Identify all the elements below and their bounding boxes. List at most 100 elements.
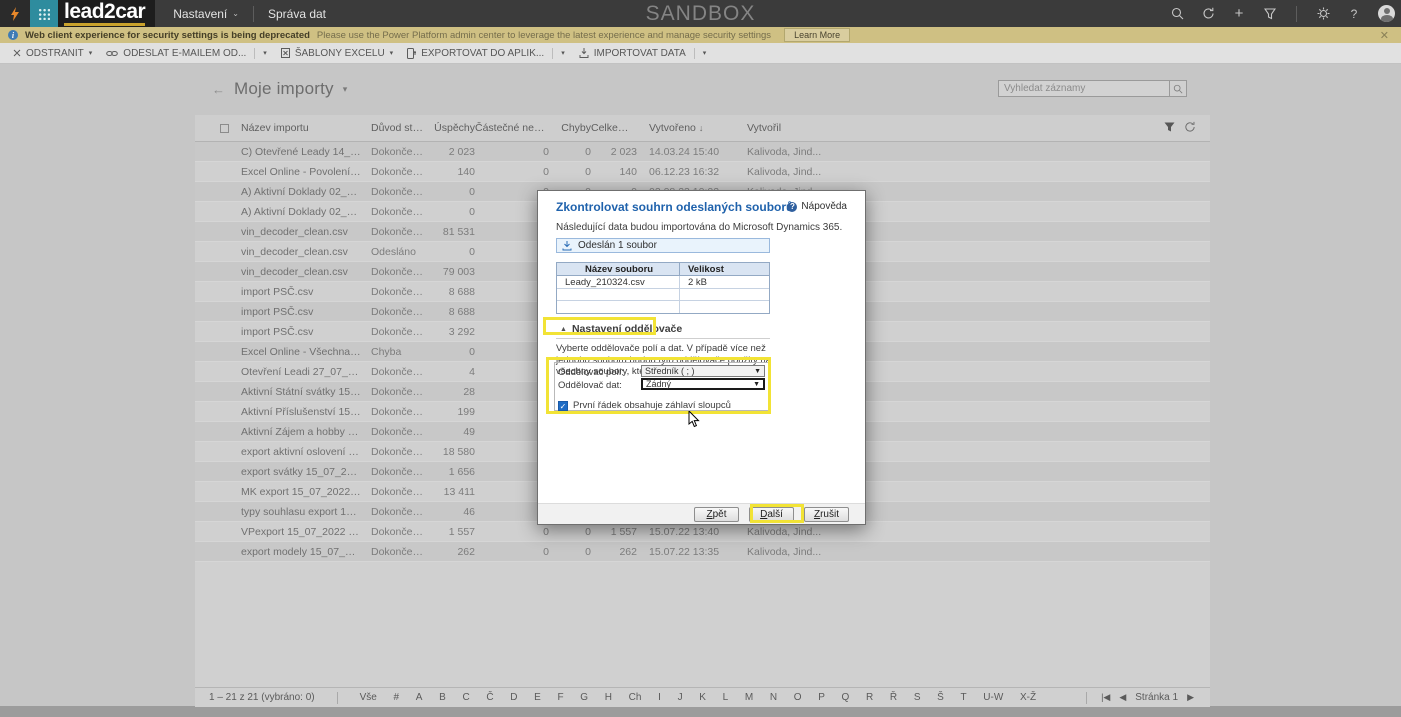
column-header[interactable]: Název importu [229, 122, 361, 134]
export-split-button[interactable]: ▾ [554, 43, 572, 64]
filter-icon[interactable] [1263, 7, 1277, 21]
help-icon[interactable]: ? [1347, 7, 1361, 21]
top-navbar: lead2car Nastavení ⌄ Správa dat SANDBOX … [0, 0, 1401, 27]
back-button[interactable]: Zpět [694, 507, 739, 522]
next-button[interactable]: Další [749, 507, 794, 522]
column-header[interactable]: Částečné neúsp [475, 122, 549, 134]
alphabet-letter[interactable]: O [794, 692, 802, 703]
alphabet-letter[interactable]: K [699, 692, 706, 703]
cell: 8 688 [423, 286, 475, 298]
lightning-icon[interactable] [0, 0, 30, 27]
alphabet-letter[interactable]: # [394, 692, 400, 703]
cell: 0 [423, 186, 475, 198]
dialog-footer: Zpět Další Zrušit [538, 503, 865, 524]
alphabet-letter[interactable]: P [818, 692, 825, 703]
search-submit-icon[interactable] [1170, 80, 1187, 97]
cell: vin_decoder_clean.csv [229, 266, 361, 278]
alphabet-letter[interactable]: N [770, 692, 777, 703]
view-selector[interactable]: ← Moje importy ▾ [212, 79, 347, 99]
column-header[interactable]: Důvod stavu [361, 122, 423, 134]
alphabet-letter[interactable]: Š [937, 692, 944, 703]
cell: Dokončeno [361, 486, 423, 498]
cell: 81 531 [423, 226, 475, 238]
back-arrow-icon[interactable]: ← [212, 82, 225, 97]
alphabet-letter[interactable]: U-W [983, 692, 1003, 703]
alphabet-letter[interactable]: L [723, 692, 729, 703]
alphabet-letter[interactable]: G [580, 692, 588, 703]
help-link[interactable]: ? Nápověda [787, 201, 847, 212]
delimiter-section-toggle[interactable]: ▲ Nastavení oddělovače [560, 323, 682, 335]
table-row[interactable]: export modely 15_07_2022 13-05-28.csvDok… [195, 542, 1210, 562]
nav-menu-settings[interactable]: Nastavení ⌄ [173, 7, 239, 21]
cell: 2 023 [591, 146, 637, 158]
table-row[interactable]: VPexport 15_07_2022 13-05-47.csvDokončen… [195, 522, 1210, 542]
import-review-dialog: Zkontrolovat souhrn odeslaných souborů ?… [537, 190, 866, 525]
history-icon[interactable] [1201, 7, 1215, 21]
email-link-split-button[interactable]: ▾ [256, 43, 274, 64]
export-to-app-button[interactable]: EXPORTOVAT DO APLIK... [400, 43, 551, 64]
cell: export svátky 15_07_2022 13-04-50.csv [229, 466, 361, 478]
grid-refresh-icon[interactable] [1184, 121, 1196, 136]
cell: Dokončeno [361, 546, 423, 558]
search-input[interactable] [998, 80, 1170, 97]
cell: Aktivní Zájem a hobby 15_07_2022 13-13-5… [229, 426, 361, 438]
alphabet-letter[interactable]: R [866, 692, 873, 703]
brand-text: lead2car [64, 2, 145, 26]
prev-page-icon[interactable]: ◀ [1119, 692, 1126, 703]
search-icon[interactable] [1170, 7, 1184, 21]
cell: 49 [423, 426, 475, 438]
next-page-icon[interactable]: ▶ [1187, 692, 1194, 703]
column-header[interactable]: Chyby [549, 122, 591, 134]
column-header[interactable]: Celkem zp [591, 122, 637, 134]
column-header-sorted[interactable]: Vytvořeno↓ [637, 122, 735, 134]
alphabet-letter[interactable]: B [439, 692, 446, 703]
collapse-triangle-icon: ▲ [560, 326, 567, 333]
alphabet-letter[interactable]: Č [486, 692, 493, 703]
alphabet-letter[interactable]: Q [842, 692, 850, 703]
import-split-button[interactable]: ▾ [696, 43, 714, 64]
first-page-icon[interactable]: |◀ [1101, 692, 1110, 703]
alphabet-letter[interactable]: J [678, 692, 683, 703]
excel-templates-button[interactable]: ŠABLONY EXCELU ▾ [274, 43, 400, 64]
cancel-button[interactable]: Zrušit [804, 507, 849, 522]
alphabet-letter[interactable]: X-Ž [1020, 692, 1036, 703]
import-data-button[interactable]: IMPORTOVAT DATA [572, 43, 693, 64]
add-icon[interactable]: + [1232, 7, 1246, 21]
cell: Excel Online - Všechna pracoviště 12/7/2… [229, 346, 361, 358]
app-launcher-button[interactable] [30, 0, 58, 27]
table-row[interactable]: C) Otevřené Leady 14_03_24 15-40-03.xlsx… [195, 142, 1210, 162]
cell: Kalivoda, Jind... [735, 146, 1210, 158]
alphabet-letter[interactable]: C [462, 692, 469, 703]
mouse-cursor [688, 411, 700, 428]
alphabet-letter[interactable]: Ch [629, 692, 642, 703]
settings-gear-icon[interactable] [1316, 7, 1330, 21]
alphabet-letter[interactable]: M [745, 692, 753, 703]
table-row[interactable]: Excel Online - Povolení uživatelé 12/6/2… [195, 162, 1210, 182]
banner-close-icon[interactable]: ✕ [1380, 29, 1393, 42]
brand-logo[interactable]: lead2car [58, 0, 155, 27]
alphabet-letter[interactable]: Ř [890, 692, 897, 703]
column-header[interactable]: Úspěchy [423, 122, 475, 134]
alphabet-letter[interactable]: Vše [360, 692, 377, 703]
alphabet-letter[interactable]: T [961, 692, 967, 703]
learn-more-button[interactable]: Learn More [784, 28, 850, 42]
alphabet-letter[interactable]: A [416, 692, 423, 703]
alphabet-letter[interactable]: H [605, 692, 612, 703]
alphabet-letter[interactable]: D [510, 692, 517, 703]
header-row-checkbox[interactable]: ✓ [558, 401, 568, 411]
column-header[interactable]: Vytvořil [735, 122, 1210, 134]
alphabet-letter[interactable]: F [558, 692, 564, 703]
field-delimiter-select[interactable]: Středník ( ; ) ▼ [641, 365, 765, 377]
select-all-checkbox[interactable] [195, 124, 229, 133]
delete-button[interactable]: ODSTRANIT ▾ [6, 43, 99, 64]
alphabet-letter[interactable]: I [658, 692, 661, 703]
data-delimiter-select[interactable]: Žádný ▼ [641, 378, 765, 390]
alphabet-letter[interactable]: E [534, 692, 541, 703]
grid-filter-icon[interactable] [1164, 122, 1175, 136]
email-link-button[interactable]: ODESLAT E-MAILEM OD... [99, 43, 253, 64]
alphabet-letter[interactable]: S [914, 692, 921, 703]
nav-menu-data-management[interactable]: Správa dat [268, 7, 326, 21]
file-table-row[interactable]: Leady_210324.csv 2 kB [557, 276, 769, 289]
cell: 06.12.23 16:32 [637, 166, 735, 178]
user-avatar[interactable] [1378, 5, 1395, 22]
